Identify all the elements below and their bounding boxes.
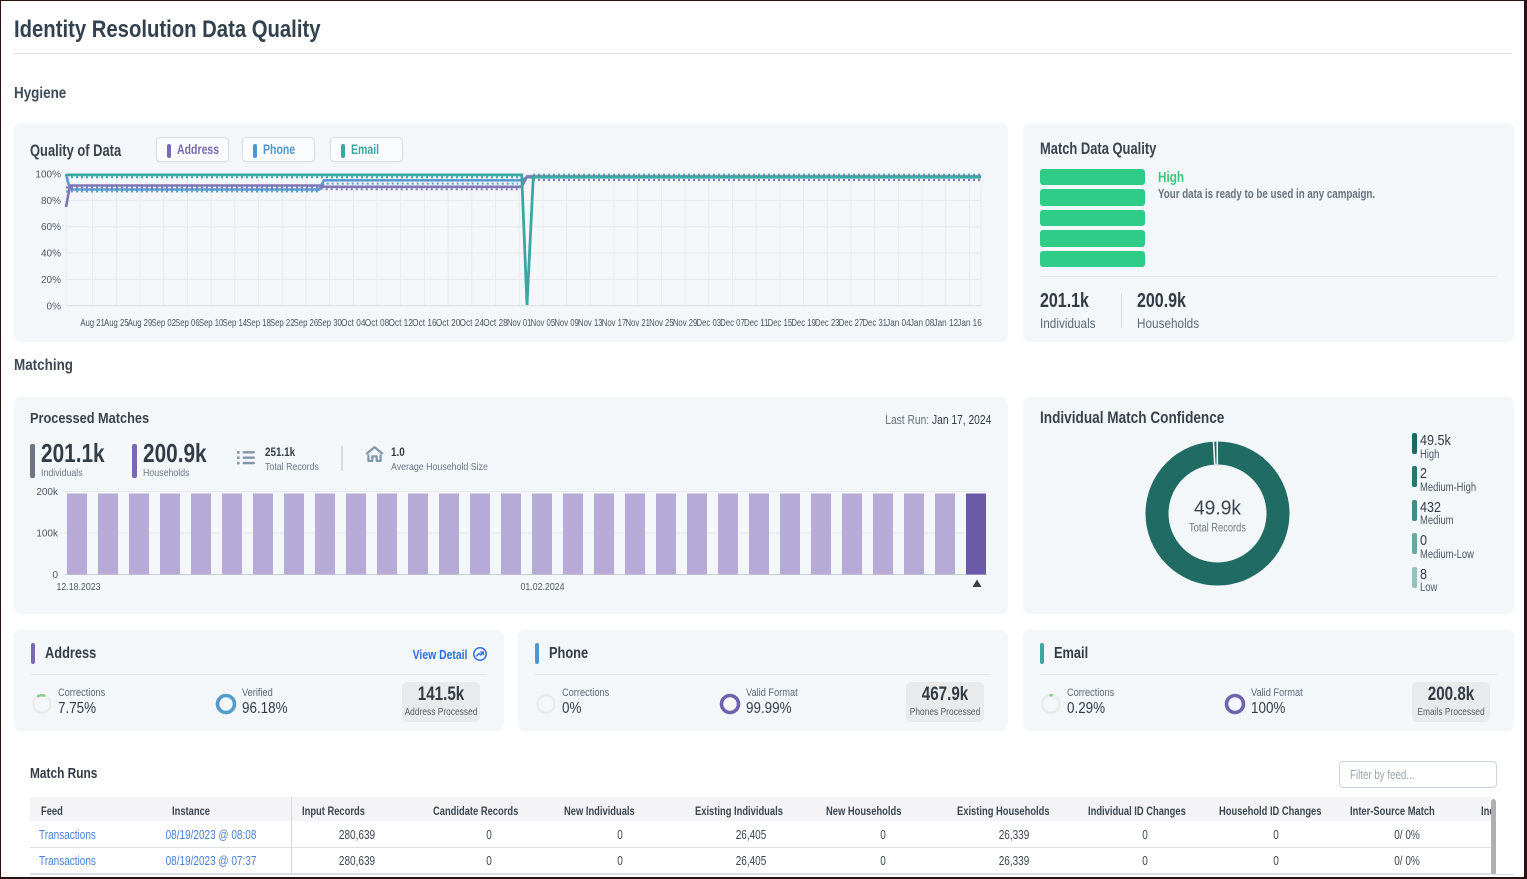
svg-text:Nov 01: Nov 01 (507, 318, 532, 329)
svg-text:Nov 25: Nov 25 (649, 318, 674, 329)
svg-text:40%: 40% (41, 249, 61, 260)
svg-text:Sep 06: Sep 06 (175, 318, 200, 329)
svg-text:Sep 22: Sep 22 (270, 318, 295, 329)
svg-text:Sep 18: Sep 18 (246, 318, 271, 329)
svg-text:Oct 20: Oct 20 (436, 318, 461, 329)
svg-text:Jan 12: Jan 12 (934, 318, 959, 329)
svg-text:Dec 07: Dec 07 (720, 318, 745, 329)
svg-text:01.02.2024: 01.02.2024 (521, 582, 565, 593)
svg-text:Jan 16: Jan 16 (957, 318, 982, 329)
svg-text:Nov 17: Nov 17 (602, 318, 627, 329)
svg-text:Dec 11: Dec 11 (744, 318, 769, 329)
svg-text:100%: 100% (35, 170, 61, 181)
svg-text:Nov 13: Nov 13 (578, 318, 603, 329)
svg-text:Sep 10: Sep 10 (199, 318, 224, 329)
svg-text:Oct 24: Oct 24 (460, 318, 485, 329)
svg-text:0: 0 (52, 570, 58, 581)
svg-text:Jan 04: Jan 04 (886, 318, 911, 329)
svg-text:Dec 23: Dec 23 (815, 318, 840, 329)
svg-text:Oct 16: Oct 16 (412, 318, 437, 329)
svg-text:Dec 27: Dec 27 (839, 318, 864, 329)
svg-text:Nov 21: Nov 21 (625, 318, 650, 329)
svg-text:Aug 25: Aug 25 (104, 318, 129, 329)
svg-text:Nov 29: Nov 29 (673, 318, 698, 329)
svg-text:Dec 31: Dec 31 (862, 318, 887, 329)
svg-text:Nov 05: Nov 05 (531, 318, 556, 329)
svg-text:Sep 02: Sep 02 (151, 318, 176, 329)
svg-text:Sep 30: Sep 30 (317, 318, 342, 329)
svg-text:Oct 04: Oct 04 (341, 318, 366, 329)
svg-text:Aug 21: Aug 21 (80, 318, 105, 329)
svg-text:Dec 19: Dec 19 (791, 318, 816, 329)
svg-text:60%: 60% (41, 222, 61, 233)
svg-text:Nov 09: Nov 09 (554, 318, 579, 329)
svg-text:Oct 28: Oct 28 (483, 318, 508, 329)
svg-text:80%: 80% (41, 196, 61, 207)
svg-text:Oct 12: Oct 12 (388, 318, 413, 329)
svg-text:Dec 15: Dec 15 (768, 318, 793, 329)
svg-text:Sep 26: Sep 26 (294, 318, 319, 329)
svg-text:Total Records: Total Records (1189, 523, 1246, 535)
svg-text:Jan 08: Jan 08 (910, 318, 935, 329)
svg-text:49.9k: 49.9k (1194, 497, 1242, 520)
svg-text:0%: 0% (47, 301, 62, 312)
svg-text:20%: 20% (41, 275, 61, 286)
svg-text:Oct 08: Oct 08 (365, 318, 390, 329)
svg-text:Aug 29: Aug 29 (128, 318, 153, 329)
svg-text:Dec 03: Dec 03 (697, 318, 722, 329)
svg-text:100k: 100k (36, 529, 59, 540)
svg-text:12.18.2023: 12.18.2023 (57, 582, 101, 593)
svg-text:Sep 14: Sep 14 (223, 318, 248, 329)
svg-text:200k: 200k (36, 487, 59, 498)
